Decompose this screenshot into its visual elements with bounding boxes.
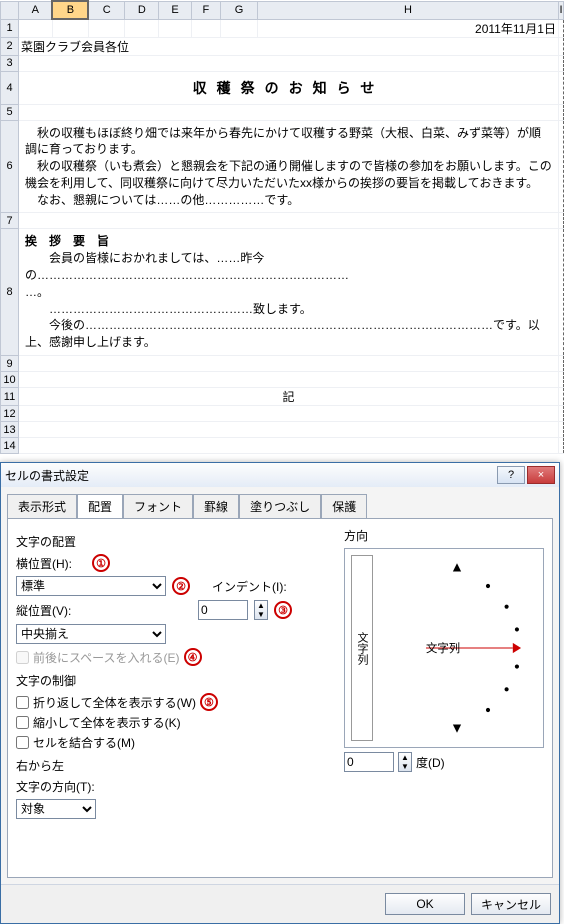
col-H[interactable]: H bbox=[257, 1, 558, 19]
shrink-to-fit-label: 縮小して全体を表示する(K) bbox=[33, 714, 181, 731]
format-cells-dialog: セルの書式設定 ? × 表示形式 配置 フォント 罫線 塗りつぶし 保護 文字の… bbox=[0, 462, 560, 924]
justify-distributed-checkbox bbox=[16, 651, 29, 664]
wrap-text-checkbox[interactable] bbox=[16, 696, 29, 709]
indent-label: インデント(I): bbox=[212, 578, 287, 595]
body-p3: なお、懇親については……の他……………です。 bbox=[25, 192, 552, 209]
col-G[interactable]: G bbox=[221, 1, 258, 19]
row-5[interactable]: 5 bbox=[1, 104, 19, 120]
tab-alignment[interactable]: 配置 bbox=[77, 494, 123, 519]
ok-button[interactable]: OK bbox=[385, 893, 465, 915]
horizontal-select[interactable]: 標準 bbox=[16, 576, 166, 596]
row-12[interactable]: 12 bbox=[1, 406, 19, 422]
row-1[interactable]: 1 bbox=[1, 19, 19, 37]
tab-protection[interactable]: 保護 bbox=[321, 494, 367, 519]
merge-cells-checkbox[interactable] bbox=[16, 736, 29, 749]
orientation-text: 文字列 bbox=[426, 641, 460, 655]
tab-border[interactable]: 罫線 bbox=[193, 494, 239, 519]
indent-spinner[interactable]: ▲▼ bbox=[254, 600, 268, 620]
annotation-5: ⑤ bbox=[200, 693, 218, 711]
col-C[interactable]: C bbox=[88, 1, 124, 19]
row-3[interactable]: 3 bbox=[1, 55, 19, 71]
vertical-text-button[interactable]: 文字列 bbox=[351, 555, 373, 741]
col-I[interactable]: I bbox=[558, 1, 563, 19]
text-direction-label: 文字の方向(T): bbox=[16, 778, 95, 795]
degree-spinner[interactable]: ▲▼ bbox=[398, 752, 412, 772]
col-E[interactable]: E bbox=[159, 1, 191, 19]
body-p2: 秋の収穫祭（いも煮会）と懇親会を下記の通り開催しますので皆様の参加をお願いします… bbox=[25, 158, 552, 192]
dialog-buttons: OK キャンセル bbox=[1, 884, 559, 923]
date-cell[interactable]: 2011年11月1日 bbox=[257, 19, 558, 37]
tab-fill[interactable]: 塗りつぶし bbox=[239, 494, 321, 519]
degree-input[interactable] bbox=[344, 752, 394, 772]
greet-cell[interactable]: 挨 拶 要 旨 会員の皆様におかれましては、……昨今の…………………………………… bbox=[19, 229, 559, 356]
horizontal-label: 横位置(H): bbox=[16, 555, 86, 572]
dialog-titlebar[interactable]: セルの書式設定 ? × bbox=[1, 463, 559, 487]
title-cell[interactable]: 収穫祭のお知らせ bbox=[19, 71, 559, 104]
col-A[interactable]: A bbox=[19, 1, 53, 19]
cancel-button[interactable]: キャンセル bbox=[471, 893, 551, 915]
tab-strip: 表示形式 配置 フォント 罫線 塗りつぶし 保護 bbox=[1, 487, 559, 518]
spreadsheet-grid: A B C D E F G H I 1 2011年11月1日 2 菜園クラブ会員… bbox=[0, 0, 564, 454]
text-direction-select[interactable]: 対象 bbox=[16, 799, 96, 819]
col-D[interactable]: D bbox=[125, 1, 159, 19]
body-p1: 秋の収穫もほぼ終り畑では来年から春先にかけて収穫する野菜（大根、白菜、みず菜等）… bbox=[25, 125, 552, 159]
orientation-dial[interactable]: 文字列 bbox=[377, 555, 537, 741]
addressee-cell[interactable]: 菜園クラブ会員各位 bbox=[19, 37, 559, 55]
greet-l3: ……………………………………………致します。 bbox=[25, 301, 552, 318]
wrap-text-label: 折り返して全体を表示する(W) bbox=[33, 694, 196, 711]
orientation-box: 文字列 文字列 bbox=[344, 548, 544, 748]
annotation-4: ④ bbox=[184, 648, 202, 666]
help-button[interactable]: ? bbox=[497, 466, 525, 484]
vertical-label: 縦位置(V): bbox=[16, 602, 86, 619]
dialog-title: セルの書式設定 bbox=[5, 467, 495, 484]
greet-l4: 今後の…………………………………………………………………………………………です。… bbox=[25, 317, 552, 351]
row-9[interactable]: 9 bbox=[1, 356, 19, 372]
column-headers: A B C D E F G H I bbox=[1, 1, 564, 19]
greet-title: 挨 拶 要 旨 bbox=[25, 233, 552, 250]
row-13[interactable]: 13 bbox=[1, 422, 19, 438]
vertical-select[interactable]: 中央揃え bbox=[16, 624, 166, 644]
col-F[interactable]: F bbox=[191, 1, 221, 19]
annotation-2: ② bbox=[172, 577, 190, 595]
ki-cell[interactable]: 記 bbox=[19, 388, 559, 406]
tab-number[interactable]: 表示形式 bbox=[7, 494, 77, 519]
corner-cell[interactable] bbox=[1, 1, 19, 19]
row-4[interactable]: 4 bbox=[1, 71, 19, 104]
close-button[interactable]: × bbox=[527, 466, 555, 484]
orientation-group: 方向 文字列 文字 bbox=[344, 527, 544, 772]
row-14[interactable]: 14 bbox=[1, 438, 19, 454]
row-7[interactable]: 7 bbox=[1, 213, 19, 229]
row-10[interactable]: 10 bbox=[1, 372, 19, 388]
col-B[interactable]: B bbox=[52, 1, 88, 19]
shrink-to-fit-checkbox[interactable] bbox=[16, 716, 29, 729]
row-11[interactable]: 11 bbox=[1, 388, 19, 406]
degree-label: 度(D) bbox=[416, 754, 445, 771]
tab-font[interactable]: フォント bbox=[123, 494, 193, 519]
body-cell[interactable]: 秋の収穫もほぼ終り畑では来年から春先にかけて収穫する野菜（大根、白菜、みず菜等）… bbox=[19, 120, 559, 213]
row-2[interactable]: 2 bbox=[1, 37, 19, 55]
greet-l2: …。 bbox=[25, 284, 552, 301]
greet-l1: 会員の皆様におかれましては、……昨今の………………………………………………………… bbox=[25, 250, 552, 284]
annotation-1: ① bbox=[92, 554, 110, 572]
indent-input[interactable] bbox=[198, 600, 248, 620]
merge-cells-label: セルを結合する(M) bbox=[33, 734, 135, 751]
row-6[interactable]: 6 bbox=[1, 120, 19, 213]
justify-distributed-label: 前後にスペースを入れる(E) bbox=[33, 649, 180, 666]
orientation-label: 方向 bbox=[344, 527, 544, 544]
annotation-3: ③ bbox=[274, 601, 292, 619]
row-8[interactable]: 8 bbox=[1, 229, 19, 356]
alignment-panel: 文字の配置 横位置(H): ① 標準 ② インデント(I): 縦位置(V): ▲… bbox=[7, 518, 553, 878]
